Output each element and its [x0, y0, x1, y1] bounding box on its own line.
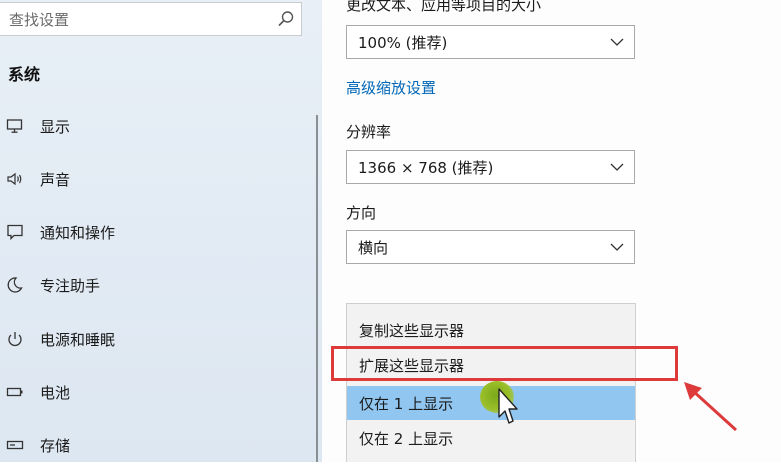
chevron-down-icon: [610, 163, 624, 171]
scale-value: 100% (推荐): [358, 34, 448, 52]
sidebar-item-label: 显示: [40, 118, 71, 136]
sidebar-item-label: 声音: [40, 171, 71, 189]
orientation-value: 横向: [358, 239, 389, 257]
sidebar-item-display[interactable]: 显示: [0, 106, 322, 146]
search-icon[interactable]: [277, 10, 295, 28]
battery-icon: [6, 387, 23, 397]
chevron-down-icon: [610, 243, 624, 251]
sidebar-item-sound[interactable]: 声音: [0, 159, 322, 199]
sidebar-item-power-sleep[interactable]: 电源和睡眠: [0, 319, 322, 359]
sidebar-item-storage[interactable]: 存储: [0, 425, 322, 465]
sidebar-item-label: 通知和操作: [40, 224, 116, 242]
monitor-icon: [6, 119, 23, 133]
scale-dropdown[interactable]: 100% (推荐): [346, 25, 635, 59]
scale-label: 更改文本、应用等项目的大小: [346, 0, 542, 14]
annotation-highlight-box: [331, 346, 678, 381]
sidebar-item-label: 电池: [40, 384, 71, 402]
mouse-cursor-icon: [498, 388, 518, 424]
speaker-icon: [7, 172, 22, 186]
menu-item-only-2[interactable]: 仅在 2 上显示: [347, 421, 635, 455]
sidebar-item-label: 专注助手: [40, 277, 101, 295]
section-title: 系统: [8, 65, 41, 84]
orientation-label: 方向: [346, 204, 377, 222]
sidebar-item-notifications[interactable]: 通知和操作: [0, 212, 322, 252]
advanced-scaling-link[interactable]: 高级缩放设置: [346, 77, 436, 98]
power-icon: [8, 332, 22, 347]
settings-sidebar: 系统 显示 声音 通知和操作 专注助手 电源和睡眠: [0, 0, 322, 462]
storage-icon: [6, 440, 24, 450]
search-box[interactable]: [0, 2, 302, 36]
sidebar-item-focus-assist[interactable]: 专注助手: [0, 265, 322, 305]
resolution-value: 1366 × 768 (推荐): [358, 159, 494, 177]
resolution-label: 分辨率: [346, 123, 392, 141]
notification-icon: [7, 224, 23, 241]
menu-item-duplicate[interactable]: 复制这些显示器: [347, 313, 635, 347]
sidebar-item-label: 电源和睡眠: [40, 331, 116, 349]
sidebar-scrollbar[interactable]: [316, 115, 318, 462]
sidebar-item-battery[interactable]: 电池: [0, 372, 322, 412]
search-input[interactable]: [7, 7, 271, 33]
orientation-dropdown[interactable]: 横向: [346, 230, 635, 264]
resolution-dropdown[interactable]: 1366 × 768 (推荐): [346, 150, 635, 184]
chevron-down-icon: [610, 38, 624, 46]
sidebar-item-label: 存储: [40, 437, 71, 455]
annotation-arrow-icon: [684, 382, 738, 432]
moon-icon: [7, 277, 23, 293]
